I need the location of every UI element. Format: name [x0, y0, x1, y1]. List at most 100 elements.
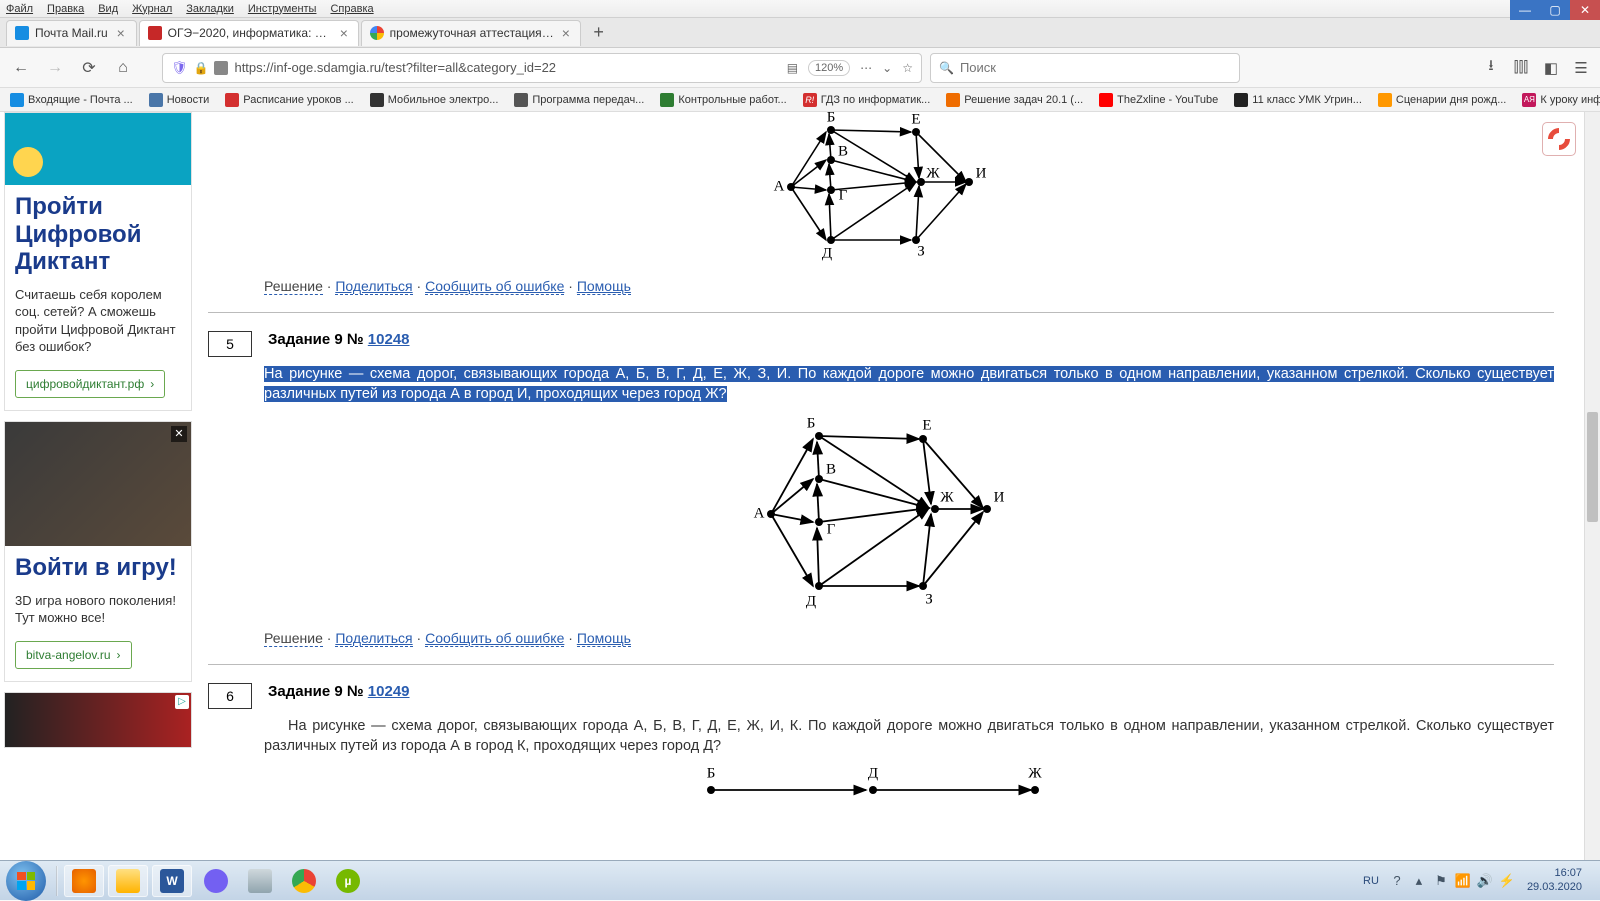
sidebar-icon[interactable]: ◧ [1540, 57, 1562, 79]
bookmark-item[interactable]: Сценарии дня рожд... [1374, 91, 1510, 109]
url-box[interactable]: 🛡 🔒 https://inf-oge.sdamgia.ru/test?filt… [162, 53, 922, 83]
tray-volume-icon[interactable]: 🔊 [1477, 873, 1493, 889]
language-indicator[interactable]: RU [1359, 873, 1383, 889]
menu-tools[interactable]: Инструменты [248, 3, 317, 15]
ad-info-icon[interactable]: ▷ [175, 695, 189, 709]
task-id-link[interactable]: 10248 [368, 331, 410, 348]
home-button[interactable]: ⌂ [110, 55, 136, 81]
close-tab-icon[interactable]: × [114, 26, 128, 40]
report-link[interactable]: Сообщить об ошибке [425, 278, 564, 295]
solution-link[interactable]: Решение [264, 278, 323, 295]
mail-favicon-icon [15, 26, 29, 40]
star-bookmark-icon[interactable]: ☆ [902, 61, 913, 75]
tray-help-icon[interactable]: ? [1389, 873, 1405, 889]
ad-link-button[interactable]: bitva-angelov.ru› [15, 641, 132, 669]
clock[interactable]: 16:0729.03.2020 [1521, 867, 1588, 893]
forward-button[interactable]: → [42, 55, 68, 81]
task5-body-selected[interactable]: На рисунке — схема дорог, связывающих го… [208, 363, 1554, 414]
bookmark-favicon-icon: АЯ [1522, 93, 1536, 107]
taskbar-chrome[interactable] [284, 865, 324, 897]
tray-security-icon[interactable]: ⚡ [1499, 873, 1515, 889]
report-link[interactable]: Сообщить об ошибке [425, 630, 564, 647]
bookmark-favicon-icon [225, 93, 239, 107]
zoom-indicator[interactable]: 120% [808, 60, 850, 76]
share-link[interactable]: Поделиться [335, 278, 412, 295]
bookmark-item[interactable]: Входящие - Почта ... [6, 91, 137, 109]
taskbar-calculator[interactable] [240, 865, 280, 897]
bookmark-item[interactable]: 11 класс УМК Угрин... [1230, 91, 1366, 109]
menu-bookmarks[interactable]: Закладки [186, 3, 234, 15]
lock-icon[interactable]: 🔒 [194, 61, 209, 75]
reload-button[interactable]: ⟳ [76, 55, 102, 81]
menu-file[interactable]: Файл [6, 3, 33, 15]
bookmark-favicon-icon [370, 93, 384, 107]
scrollbar-thumb[interactable] [1587, 412, 1598, 522]
search-box[interactable]: 🔍 [930, 53, 1240, 83]
ad-text: Считаешь себя королем соц. сетей? А смож… [5, 280, 191, 362]
share-link[interactable]: Поделиться [335, 630, 412, 647]
window-minimize-button[interactable]: — [1510, 0, 1540, 20]
tracking-shield-icon[interactable]: 🛡 [171, 60, 188, 76]
bookmark-item[interactable]: Программа передач... [510, 91, 648, 109]
task4-graph: А Б В Г Д Е Ж З И [208, 112, 1554, 262]
bookmark-item[interactable]: Контрольные работ... [656, 91, 790, 109]
help-link[interactable]: Помощь [577, 278, 631, 295]
library-icon[interactable]: ⫿⫿⫿ [1510, 57, 1532, 79]
vertical-scrollbar[interactable] [1584, 112, 1600, 860]
page-actions-icon[interactable]: ⋯ [860, 61, 872, 75]
bookmark-item[interactable]: TheZxline - YouTube [1095, 91, 1222, 109]
bookmark-item[interactable]: АЯК уроку информати... [1518, 91, 1600, 109]
window-maximize-button[interactable]: ▢ [1540, 0, 1570, 20]
pocket-icon[interactable]: ⌄ [882, 61, 892, 75]
ad-banner[interactable]: ▷ [4, 692, 192, 748]
search-input[interactable] [960, 60, 1231, 75]
help-link[interactable]: Помощь [577, 630, 631, 647]
tab-oge-informatika[interactable]: ОГЭ−2020, информатика: задания, × [139, 20, 359, 46]
bookmark-item[interactable]: Решение задач 20.1 (... [942, 91, 1087, 109]
task-id-link[interactable]: 10249 [368, 683, 410, 700]
downloads-icon[interactable]: ⭳ [1480, 57, 1502, 79]
ad-link-button[interactable]: цифровойдиктант.рф› [15, 370, 165, 398]
new-tab-button[interactable]: + [587, 21, 611, 45]
taskbar-utorrent[interactable]: µ [328, 865, 368, 897]
solution-link[interactable]: Решение [264, 630, 323, 647]
task4-links: Решение · Поделиться · Сообщить об ошибк… [208, 274, 1554, 308]
back-button[interactable]: ← [8, 55, 34, 81]
ad-title: Пройти Цифровой Диктант [5, 185, 191, 280]
ad-image [5, 113, 191, 185]
taskbar-viber[interactable] [196, 865, 236, 897]
bookmark-item[interactable]: Расписание уроков ... [221, 91, 357, 109]
tray-flag-icon[interactable]: ⚑ [1433, 873, 1449, 889]
menu-edit[interactable]: Правка [47, 3, 84, 15]
menu-help[interactable]: Справка [330, 3, 373, 15]
reader-mode-icon[interactable]: ▤ [787, 61, 798, 75]
tray-chevron-up-icon[interactable]: ▴ [1411, 873, 1427, 889]
windows-taskbar: W µ RU ? ▴ ⚑ 📶 🔊 ⚡ 16:0729.03.2020 [0, 860, 1600, 900]
menu-journal[interactable]: Журнал [132, 3, 172, 15]
bookmark-item[interactable]: Новости [145, 91, 214, 109]
bookmark-favicon-icon [1378, 93, 1392, 107]
close-ad-icon[interactable]: ✕ [171, 426, 187, 442]
tray-network-icon[interactable]: 📶 [1455, 873, 1471, 889]
roads-graph-svg [691, 762, 1071, 798]
taskbar-explorer[interactable] [108, 865, 148, 897]
window-close-button[interactable]: ✕ [1570, 0, 1600, 20]
tab-attestation[interactable]: промежуточная аттестация 9 класс × [361, 20, 581, 46]
bookmark-item[interactable]: R!ГДЗ по информатик... [799, 91, 935, 109]
task-divider [208, 312, 1554, 313]
taskbar-firefox[interactable] [64, 865, 104, 897]
close-tab-icon[interactable]: × [338, 26, 350, 40]
close-tab-icon[interactable]: × [560, 26, 572, 40]
menu-view[interactable]: Вид [98, 3, 118, 15]
ad-image[interactable]: ✕ [5, 422, 191, 546]
task6-header: 6 Задание 9 № 10249 [208, 683, 1554, 709]
help-lifebuoy-button[interactable] [1542, 122, 1576, 156]
start-button[interactable] [6, 861, 46, 901]
ad-digital-dictation: Пройти Цифровой Диктант Считаешь себя ко… [4, 112, 192, 411]
hamburger-menu-icon[interactable]: ☰ [1570, 57, 1592, 79]
taskbar-word[interactable]: W [152, 865, 192, 897]
bookmark-favicon-icon [946, 93, 960, 107]
firefox-icon [72, 869, 96, 893]
bookmark-item[interactable]: Мобильное электро... [366, 91, 503, 109]
tab-mailru[interactable]: Почта Mail.ru × [6, 20, 137, 46]
